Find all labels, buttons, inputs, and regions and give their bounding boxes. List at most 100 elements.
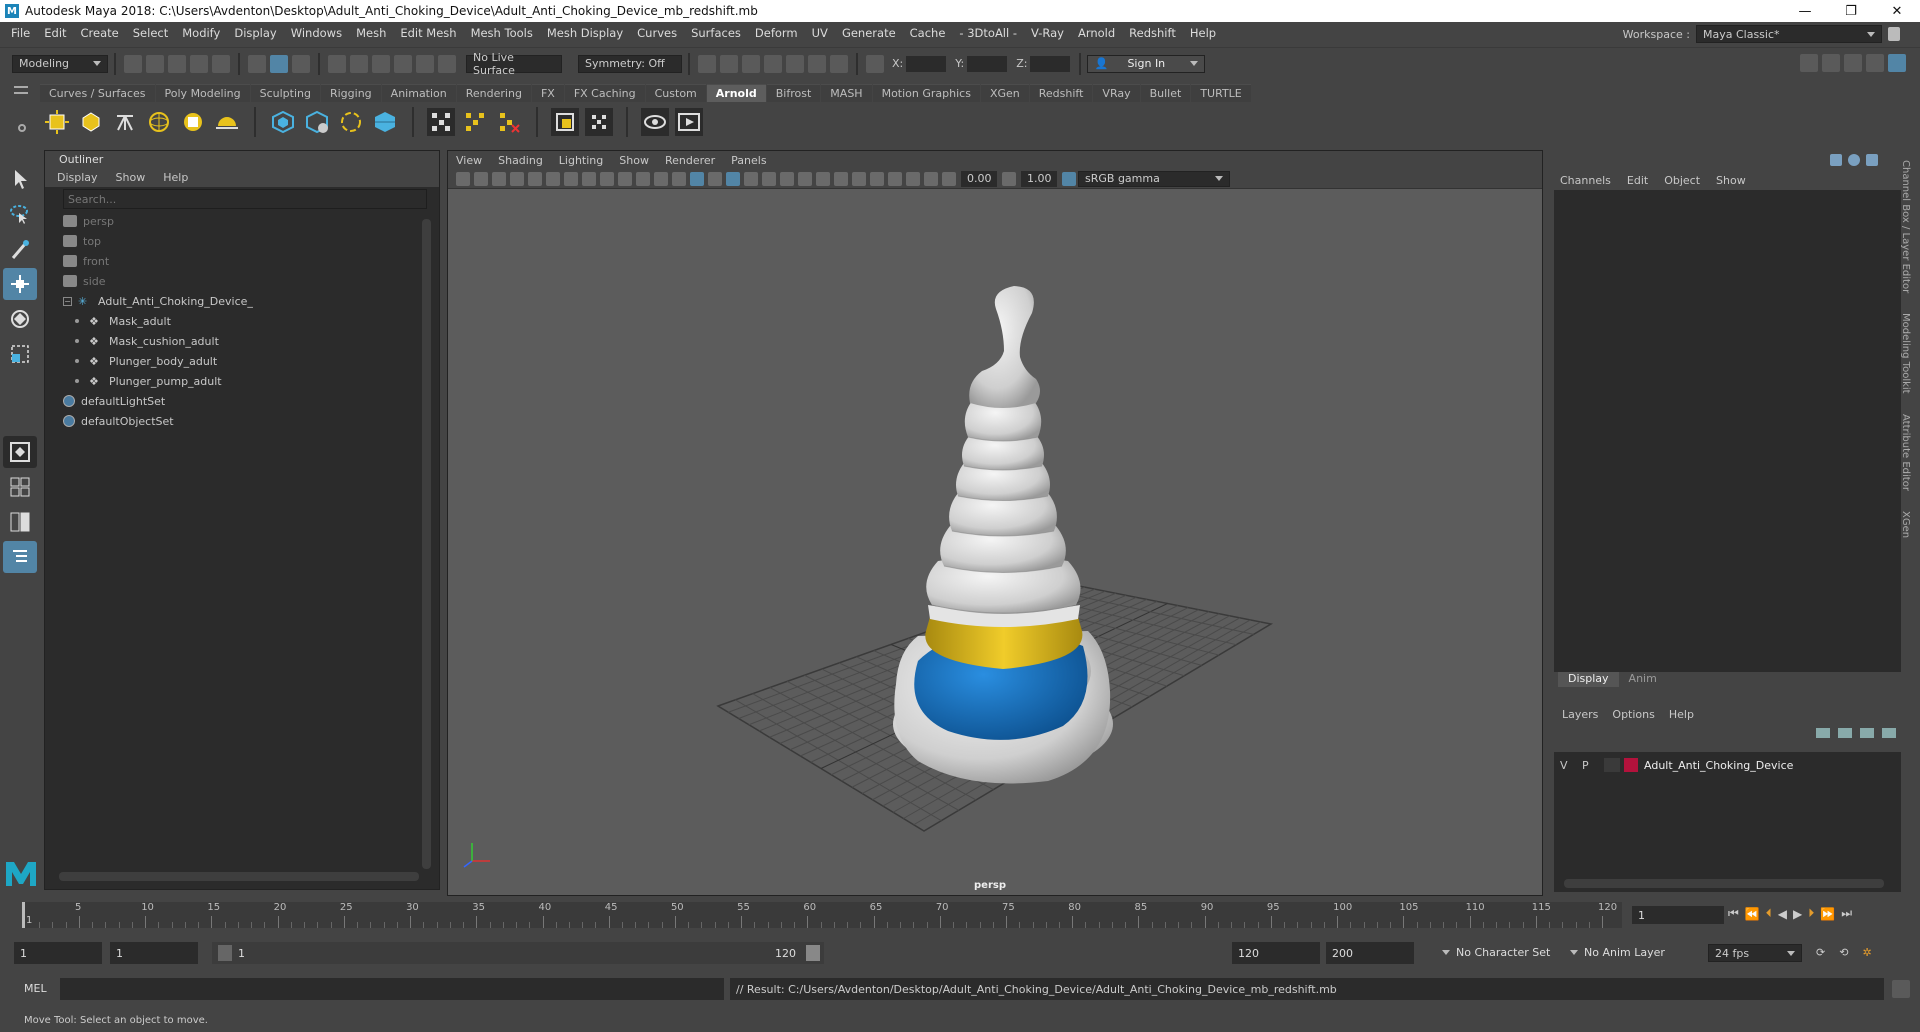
viewport-menu-show[interactable]: Show [619, 154, 649, 167]
use-all-lights-icon[interactable] [762, 171, 776, 186]
layer-editor-tab-anim[interactable]: Anim [1619, 670, 1667, 687]
menu-curves[interactable]: Curves [630, 26, 684, 40]
auto-key-icon[interactable]: ⟲ [1839, 946, 1848, 959]
pause-icon[interactable] [830, 54, 848, 73]
snap-point-icon[interactable] [372, 54, 390, 73]
shelf-tab-bullet[interactable]: Bullet [1140, 84, 1191, 102]
shelf-tab-custom[interactable]: Custom [645, 84, 706, 102]
outliner-search-input[interactable]: Search... [63, 189, 427, 209]
render-settings-icon[interactable] [764, 54, 782, 73]
tx-manager-icon[interactable] [551, 108, 579, 136]
xray-icon[interactable] [888, 171, 902, 186]
layer-editor-tab-display[interactable]: Display [1558, 670, 1619, 687]
shelf-tab-xgen[interactable]: XGen [980, 84, 1029, 102]
shelf-tab-fx-caching[interactable]: FX Caching [564, 84, 645, 102]
scale-tool-icon[interactable] [3, 338, 37, 370]
range-slider-start-handle[interactable] [218, 945, 232, 961]
gate-mask-icon[interactable] [618, 171, 632, 186]
outliner-item[interactable]: ❖ Mask_cushion_adult [45, 331, 439, 351]
new-scene-icon[interactable] [124, 54, 142, 73]
channel-box-menu-edit[interactable]: Edit [1627, 174, 1648, 187]
character-set-selector[interactable]: No Character Set [1436, 946, 1550, 959]
side-tab-xgen[interactable]: XGen [1900, 511, 1911, 538]
gamma-field[interactable]: 1.00 [1021, 170, 1057, 187]
four-pane-layout-icon[interactable] [3, 471, 37, 503]
tool-settings-icon[interactable] [1866, 54, 1884, 72]
layer-editor-menu-help[interactable]: Help [1669, 708, 1694, 721]
menu-mesh[interactable]: Mesh [349, 26, 393, 40]
mel-input[interactable] [60, 978, 724, 1000]
render-view-icon[interactable] [698, 54, 716, 73]
channel-box-menu-channels[interactable]: Channels [1560, 174, 1611, 187]
menu-edit-mesh[interactable]: Edit Mesh [393, 26, 463, 40]
z-field[interactable] [1030, 55, 1071, 72]
field-chart-icon[interactable] [636, 171, 650, 186]
layer-hscrollbar[interactable] [1564, 879, 1884, 888]
layer-type-toggle[interactable] [1604, 758, 1620, 772]
shadows-icon[interactable] [780, 171, 794, 186]
exposure-field[interactable]: 0.00 [961, 170, 997, 187]
menu-help[interactable]: Help [1183, 26, 1223, 40]
single-pane-layout-icon[interactable] [3, 436, 37, 468]
menu-generate[interactable]: Generate [835, 26, 903, 40]
side-tab-channel-box-layer-editor[interactable]: Channel Box / Layer Editor [1900, 160, 1911, 293]
viewport-menu-renderer[interactable]: Renderer [665, 154, 715, 167]
side-tab-modeling-toolkit[interactable]: Modeling Toolkit [1900, 313, 1911, 394]
x-field[interactable] [906, 55, 947, 72]
anti-aliasing-icon[interactable] [834, 171, 848, 186]
license-manager-icon[interactable] [585, 108, 613, 136]
workspace-dropdown[interactable]: Maya Classic* [1696, 25, 1882, 43]
channel-box-icon-c[interactable] [1866, 154, 1878, 166]
xray-components-icon[interactable] [924, 171, 938, 186]
layer-visibility-toggle[interactable]: V [1560, 759, 1572, 772]
undo-icon[interactable] [190, 54, 208, 73]
menu-display[interactable]: Display [227, 26, 283, 40]
mesh-light-icon[interactable] [77, 108, 105, 136]
time-slider[interactable]: 1 5 10 15 20 25 30 35 40 45 50 55 60 65 70 75 80 85 90 95 1… [22, 902, 1622, 928]
snap-grid-icon[interactable] [328, 54, 346, 73]
hypershade-icon[interactable] [786, 54, 804, 73]
symmetry-dropdown[interactable]: Symmetry: Off [578, 54, 682, 73]
mode-dropdown[interactable]: Modeling [12, 54, 108, 73]
light-portal-icon[interactable] [179, 108, 207, 136]
collapse-icon[interactable]: − [63, 296, 72, 306]
playback-start-field[interactable]: 1 [110, 942, 198, 964]
film-gate-icon[interactable] [582, 171, 596, 186]
physical-sky-icon[interactable] [213, 108, 241, 136]
shelf-tab-poly-modeling[interactable]: Poly Modeling [155, 84, 250, 102]
menu-uv[interactable]: UV [805, 26, 835, 40]
camera-attributes-icon[interactable] [474, 171, 488, 186]
shelf-settings-icon[interactable] [18, 124, 26, 132]
menu-create[interactable]: Create [74, 26, 126, 40]
playback-end-field[interactable]: 120 [1232, 942, 1320, 964]
outliner-scrollbar[interactable] [422, 219, 431, 869]
color-space-dropdown[interactable]: sRGB gamma [1078, 170, 1230, 187]
smooth-shade-icon[interactable] [690, 171, 704, 186]
close-button[interactable]: ✕ [1874, 0, 1920, 22]
wireframe-icon[interactable] [672, 171, 686, 186]
save-scene-icon[interactable] [168, 54, 186, 73]
outliner-item[interactable]: defaultLightSet [45, 391, 439, 411]
snap-surface-icon[interactable] [416, 54, 434, 73]
new-layer-icon[interactable] [1860, 728, 1874, 738]
move-layer-down-icon[interactable] [1838, 728, 1852, 738]
menu-v-ray[interactable]: V-Ray [1024, 26, 1071, 40]
select-object-icon[interactable] [270, 54, 288, 73]
fps-dropdown[interactable]: 24 fps [1708, 944, 1802, 962]
menu-cache[interactable]: Cache [903, 26, 953, 40]
layer-editor-menu-layers[interactable]: Layers [1562, 708, 1598, 721]
channel-box-icon-b[interactable] [1848, 154, 1860, 166]
two-d-pan-icon[interactable] [528, 171, 542, 186]
open-scene-icon[interactable] [146, 54, 164, 73]
side-tab-attribute-editor[interactable]: Attribute Editor [1900, 414, 1911, 491]
standin-icon[interactable] [269, 108, 297, 136]
wireframe-on-shaded-icon[interactable] [708, 171, 722, 186]
render-frame-icon[interactable] [720, 54, 738, 73]
outliner-item[interactable]: defaultObjectSet [45, 411, 439, 431]
viewport-menu-lighting[interactable]: Lighting [559, 154, 603, 167]
paint-select-tool-icon[interactable] [3, 233, 37, 265]
shelf-tab-vray[interactable]: VRay [1093, 84, 1140, 102]
go-to-start-icon[interactable]: ⏮ [1728, 906, 1739, 921]
modeling-toolkit-icon[interactable] [1800, 54, 1818, 72]
menu-redshift[interactable]: Redshift [1122, 26, 1183, 40]
